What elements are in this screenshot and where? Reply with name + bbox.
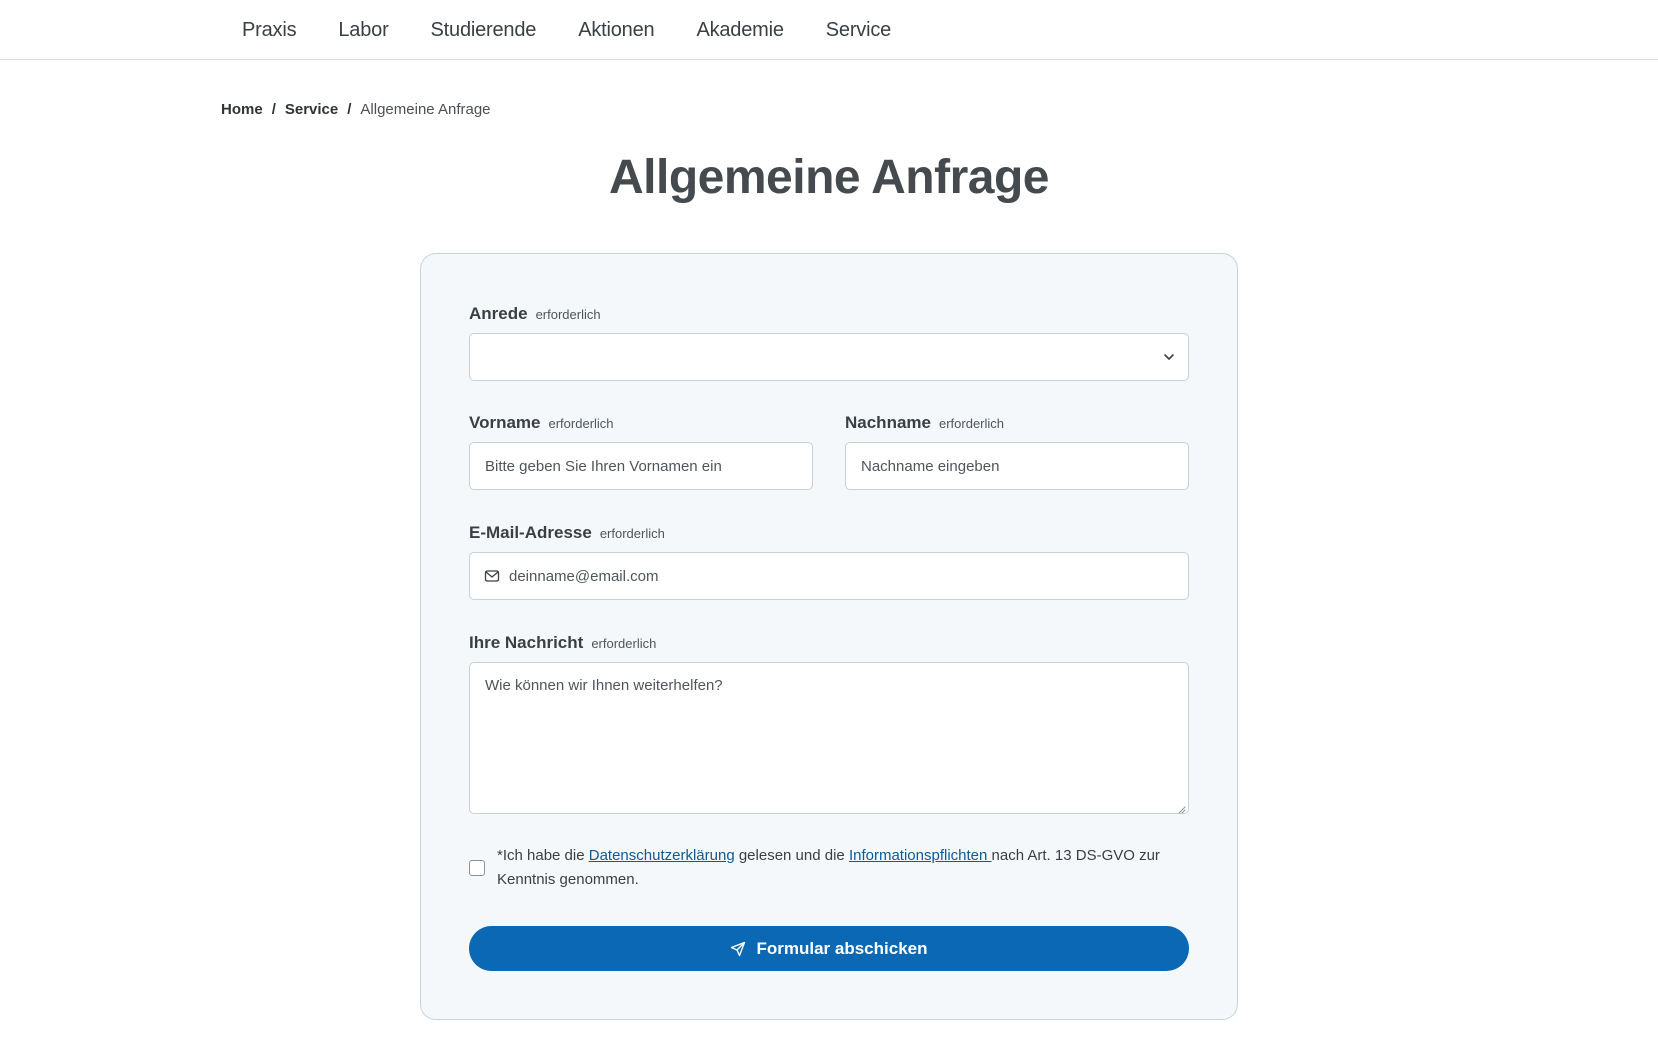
nav-item-studierende[interactable]: Studierende (431, 19, 537, 42)
consent-text-before: *Ich habe die (497, 847, 589, 864)
resize-handle-icon[interactable] (1176, 801, 1186, 814)
email-label: E-Mail-Adresse erforderlich (469, 523, 665, 543)
submit-button[interactable]: Formular abschicken (469, 926, 1189, 971)
last-name-field-wrapper (845, 442, 1189, 490)
first-name-field[interactable] (485, 443, 797, 489)
information-duties-link[interactable]: Informationspflichten (849, 847, 992, 864)
nav-item-service[interactable]: Service (826, 19, 891, 42)
last-name-label: Nachname erforderlich (845, 413, 1004, 433)
breadcrumb-current: Allgemeine Anfrage (360, 101, 491, 118)
message-label: Ihre Nachricht erforderlich (469, 633, 656, 653)
message-field[interactable] (485, 677, 1173, 799)
required-hint: erforderlich (938, 416, 1005, 431)
email-field-wrapper (469, 552, 1189, 600)
page-title: Allgemeine Anfrage (609, 151, 1050, 204)
consent-text-middle: gelesen und die (734, 847, 849, 864)
inquiry-form: Anrede erforderlich Vorname erforderlich… (420, 253, 1238, 1020)
salutation-select[interactable] (469, 333, 1189, 381)
email-label-text: E-Mail-Adresse (469, 523, 592, 542)
submit-button-label: Formular abschicken (756, 938, 928, 958)
required-hint: erforderlich (599, 526, 665, 541)
privacy-policy-link[interactable]: Datenschutzerklärung (589, 847, 735, 864)
consent-text: *Ich habe die Datenschutzerklärung geles… (497, 844, 1199, 892)
nav-item-akademie[interactable]: Akademie (696, 19, 784, 42)
top-navigation: Praxis Labor Studierende Aktionen Akadem… (0, 0, 1658, 60)
main-menu: Praxis Labor Studierende Aktionen Akadem… (242, 0, 933, 60)
nav-item-praxis[interactable]: Praxis (242, 19, 297, 42)
required-hint: erforderlich (548, 416, 614, 431)
first-name-label: Vorname erforderlich (469, 413, 614, 433)
breadcrumb-home-link[interactable]: Home (221, 101, 263, 118)
email-field[interactable] (509, 553, 1174, 599)
required-hint: erforderlich (535, 307, 601, 322)
consent-row: *Ich habe die Datenschutzerklärung geles… (469, 844, 1199, 892)
chevron-down-icon (1162, 350, 1176, 364)
first-name-field-wrapper (469, 442, 813, 490)
first-name-label-text: Vorname (469, 413, 541, 432)
last-name-label-text: Nachname (845, 413, 931, 432)
breadcrumb-service-link[interactable]: Service (285, 101, 338, 118)
nav-item-aktionen[interactable]: Aktionen (578, 19, 654, 42)
salutation-label: Anrede erforderlich (469, 304, 601, 324)
message-label-text: Ihre Nachricht (469, 633, 584, 652)
salutation-label-text: Anrede (469, 304, 528, 323)
consent-checkbox[interactable] (469, 860, 485, 876)
breadcrumb-separator: / (347, 101, 352, 118)
breadcrumb: Home / Service / Allgemeine Anfrage (221, 101, 491, 118)
breadcrumb-separator: / (271, 101, 276, 118)
nav-item-labor[interactable]: Labor (338, 19, 388, 42)
last-name-field[interactable] (861, 443, 1173, 489)
send-icon (730, 941, 746, 957)
mail-icon (484, 568, 500, 584)
message-field-wrapper (469, 662, 1189, 814)
required-hint: erforderlich (591, 636, 657, 651)
